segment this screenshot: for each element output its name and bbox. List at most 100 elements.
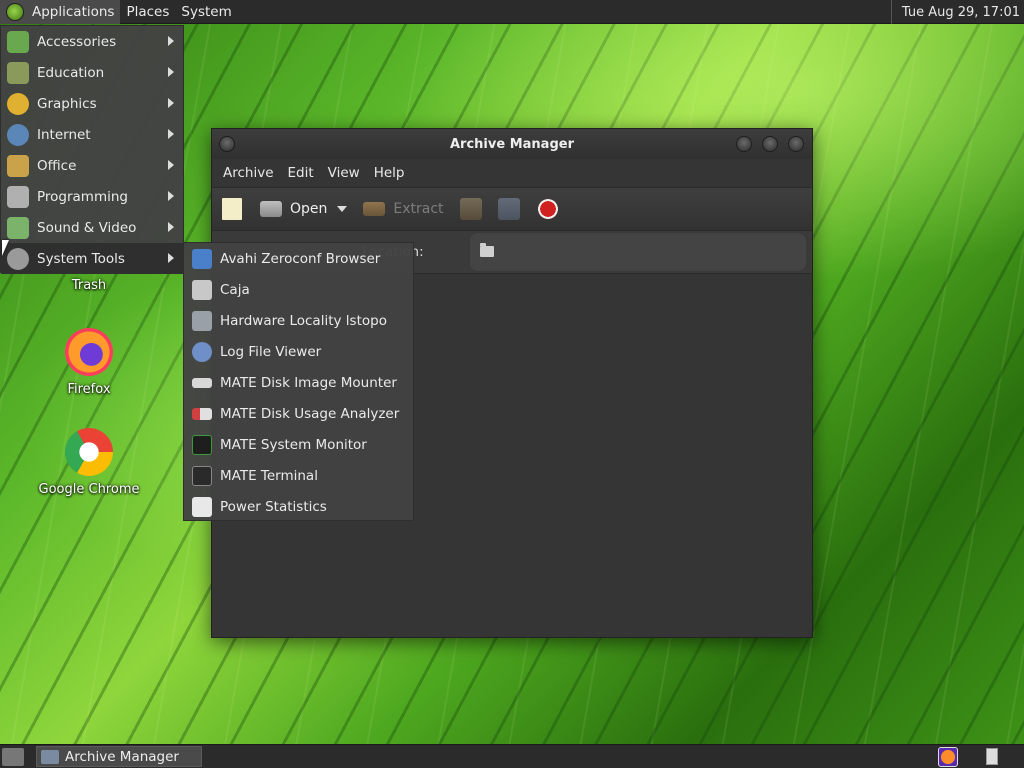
system-menu[interactable]: System (175, 0, 237, 24)
top-panel: Applications Places System Tue Aug 29, 1… (0, 0, 1024, 24)
submenu-item-log-viewer[interactable]: Log File Viewer (184, 336, 413, 367)
submenu-item-label: MATE Terminal (220, 467, 318, 484)
menu-item-label: Graphics (37, 95, 97, 112)
submenu-item-disk-mounter[interactable]: MATE Disk Image Mounter (184, 367, 413, 398)
submenu-item-system-monitor[interactable]: MATE System Monitor (184, 429, 413, 460)
menu-item-label: Sound & Video (37, 219, 137, 236)
extract-button: Extract (393, 201, 444, 217)
stop-icon[interactable] (537, 199, 558, 219)
menu-archive[interactable]: Archive (216, 165, 281, 181)
sound-video-icon (7, 216, 29, 239)
menu-help[interactable]: Help (367, 165, 412, 181)
submenu-item-label: MATE Disk Usage Analyzer (220, 405, 400, 422)
office-icon (7, 154, 29, 177)
menu-item-education[interactable]: Education (1, 57, 183, 88)
menu-item-system-tools[interactable]: System Tools (1, 243, 183, 274)
menu-view[interactable]: View (321, 165, 367, 181)
new-archive-icon[interactable] (222, 198, 242, 220)
open-archive-icon[interactable] (260, 201, 282, 217)
submenu-arrow-icon (168, 67, 174, 77)
internet-icon (7, 123, 29, 146)
system-tools-icon (7, 247, 29, 270)
desktop-chrome[interactable]: Google Chrome (34, 428, 144, 497)
add-files-icon (459, 198, 482, 220)
submenu-item-label: Log File Viewer (220, 343, 322, 360)
workspace-switcher-icon[interactable] (986, 748, 998, 765)
trash-label: Trash (71, 278, 107, 293)
menu-item-accessories[interactable]: Accessories (1, 26, 183, 57)
firefox-icon (65, 328, 113, 376)
submenu-item-terminal[interactable]: MATE Terminal (184, 460, 413, 491)
menu-item-label: Education (37, 64, 105, 81)
menu-edit[interactable]: Edit (281, 165, 321, 181)
bottom-panel: Archive Manager (0, 744, 1024, 768)
menu-item-internet[interactable]: Internet (1, 119, 183, 150)
submenu-item-label: Caja (220, 281, 250, 298)
chrome-label: Google Chrome (38, 482, 140, 497)
maximize-icon[interactable] (762, 136, 778, 152)
submenu-item-hardware-locality[interactable]: Hardware Locality lstopo (184, 305, 413, 336)
open-dropdown-icon[interactable] (337, 206, 348, 212)
archive-manager-task-icon (41, 749, 59, 764)
show-desktop-icon[interactable] (2, 747, 24, 766)
window-menubar: Archive Edit View Help (212, 159, 812, 187)
submenu-arrow-icon (168, 36, 174, 46)
submenu-item-label: Hardware Locality lstopo (220, 312, 387, 329)
submenu-arrow-icon (168, 222, 174, 232)
graphics-icon (7, 92, 29, 115)
submenu-item-caja[interactable]: Caja (184, 274, 413, 305)
education-icon (7, 61, 29, 84)
close-icon[interactable] (788, 136, 804, 152)
disk-mounter-icon (192, 377, 212, 388)
window-menu-icon[interactable] (219, 136, 235, 152)
applications-dropdown: Accessories Education Graphics Internet … (0, 25, 184, 274)
applications-menu-label: Applications (32, 3, 115, 20)
submenu-arrow-icon (168, 98, 174, 108)
desktop-trash[interactable]: Trash (34, 278, 144, 293)
menu-item-label: Internet (37, 126, 91, 143)
submenu-arrow-icon (168, 191, 174, 201)
tray-firefox-icon[interactable] (938, 747, 958, 767)
avahi-icon (192, 248, 212, 269)
window-titlebar[interactable]: Archive Manager (212, 129, 812, 159)
submenu-arrow-icon (168, 160, 174, 170)
firefox-label: Firefox (67, 382, 111, 397)
menu-item-programming[interactable]: Programming (1, 181, 183, 212)
system-monitor-icon (192, 434, 212, 455)
submenu-item-power-statistics[interactable]: Power Statistics (184, 491, 413, 522)
menu-item-sound-video[interactable]: Sound & Video (1, 212, 183, 243)
submenu-arrow-icon (168, 129, 174, 139)
places-menu[interactable]: Places (120, 0, 175, 24)
add-folder-icon (497, 198, 520, 220)
menu-item-graphics[interactable]: Graphics (1, 88, 183, 119)
minimize-icon[interactable] (736, 136, 752, 152)
window-toolbar: Open Extract (212, 187, 812, 231)
extract-icon (363, 202, 386, 216)
desktop-firefox[interactable]: Firefox (34, 328, 144, 397)
applications-menu[interactable]: Applications (0, 0, 121, 24)
submenu-item-label: MATE Disk Image Mounter (220, 374, 397, 391)
window-title: Archive Manager (450, 136, 574, 152)
log-viewer-icon (192, 341, 212, 362)
menu-item-label: Accessories (37, 33, 117, 50)
terminal-icon (192, 465, 212, 486)
open-button[interactable]: Open (290, 201, 327, 217)
panel-clock[interactable]: Tue Aug 29, 17:01 (890, 0, 1020, 24)
accessories-icon (7, 30, 29, 53)
disk-usage-icon (192, 407, 212, 420)
programming-icon (7, 185, 29, 208)
hardware-icon (192, 310, 212, 331)
mouse-cursor-icon (2, 240, 9, 256)
menu-item-office[interactable]: Office (1, 150, 183, 181)
menu-item-label: Office (37, 157, 77, 174)
taskbar-label: Archive Manager (65, 748, 179, 765)
location-field[interactable] (470, 233, 806, 271)
submenu-item-disk-usage[interactable]: MATE Disk Usage Analyzer (184, 398, 413, 429)
submenu-item-avahi[interactable]: Avahi Zeroconf Browser (184, 243, 413, 274)
menu-item-label: Programming (37, 188, 128, 205)
chrome-icon (65, 428, 113, 476)
folder-icon (480, 243, 494, 257)
power-stats-icon (192, 496, 212, 517)
caja-icon (192, 279, 212, 300)
taskbar-archive-manager[interactable]: Archive Manager (36, 746, 202, 767)
